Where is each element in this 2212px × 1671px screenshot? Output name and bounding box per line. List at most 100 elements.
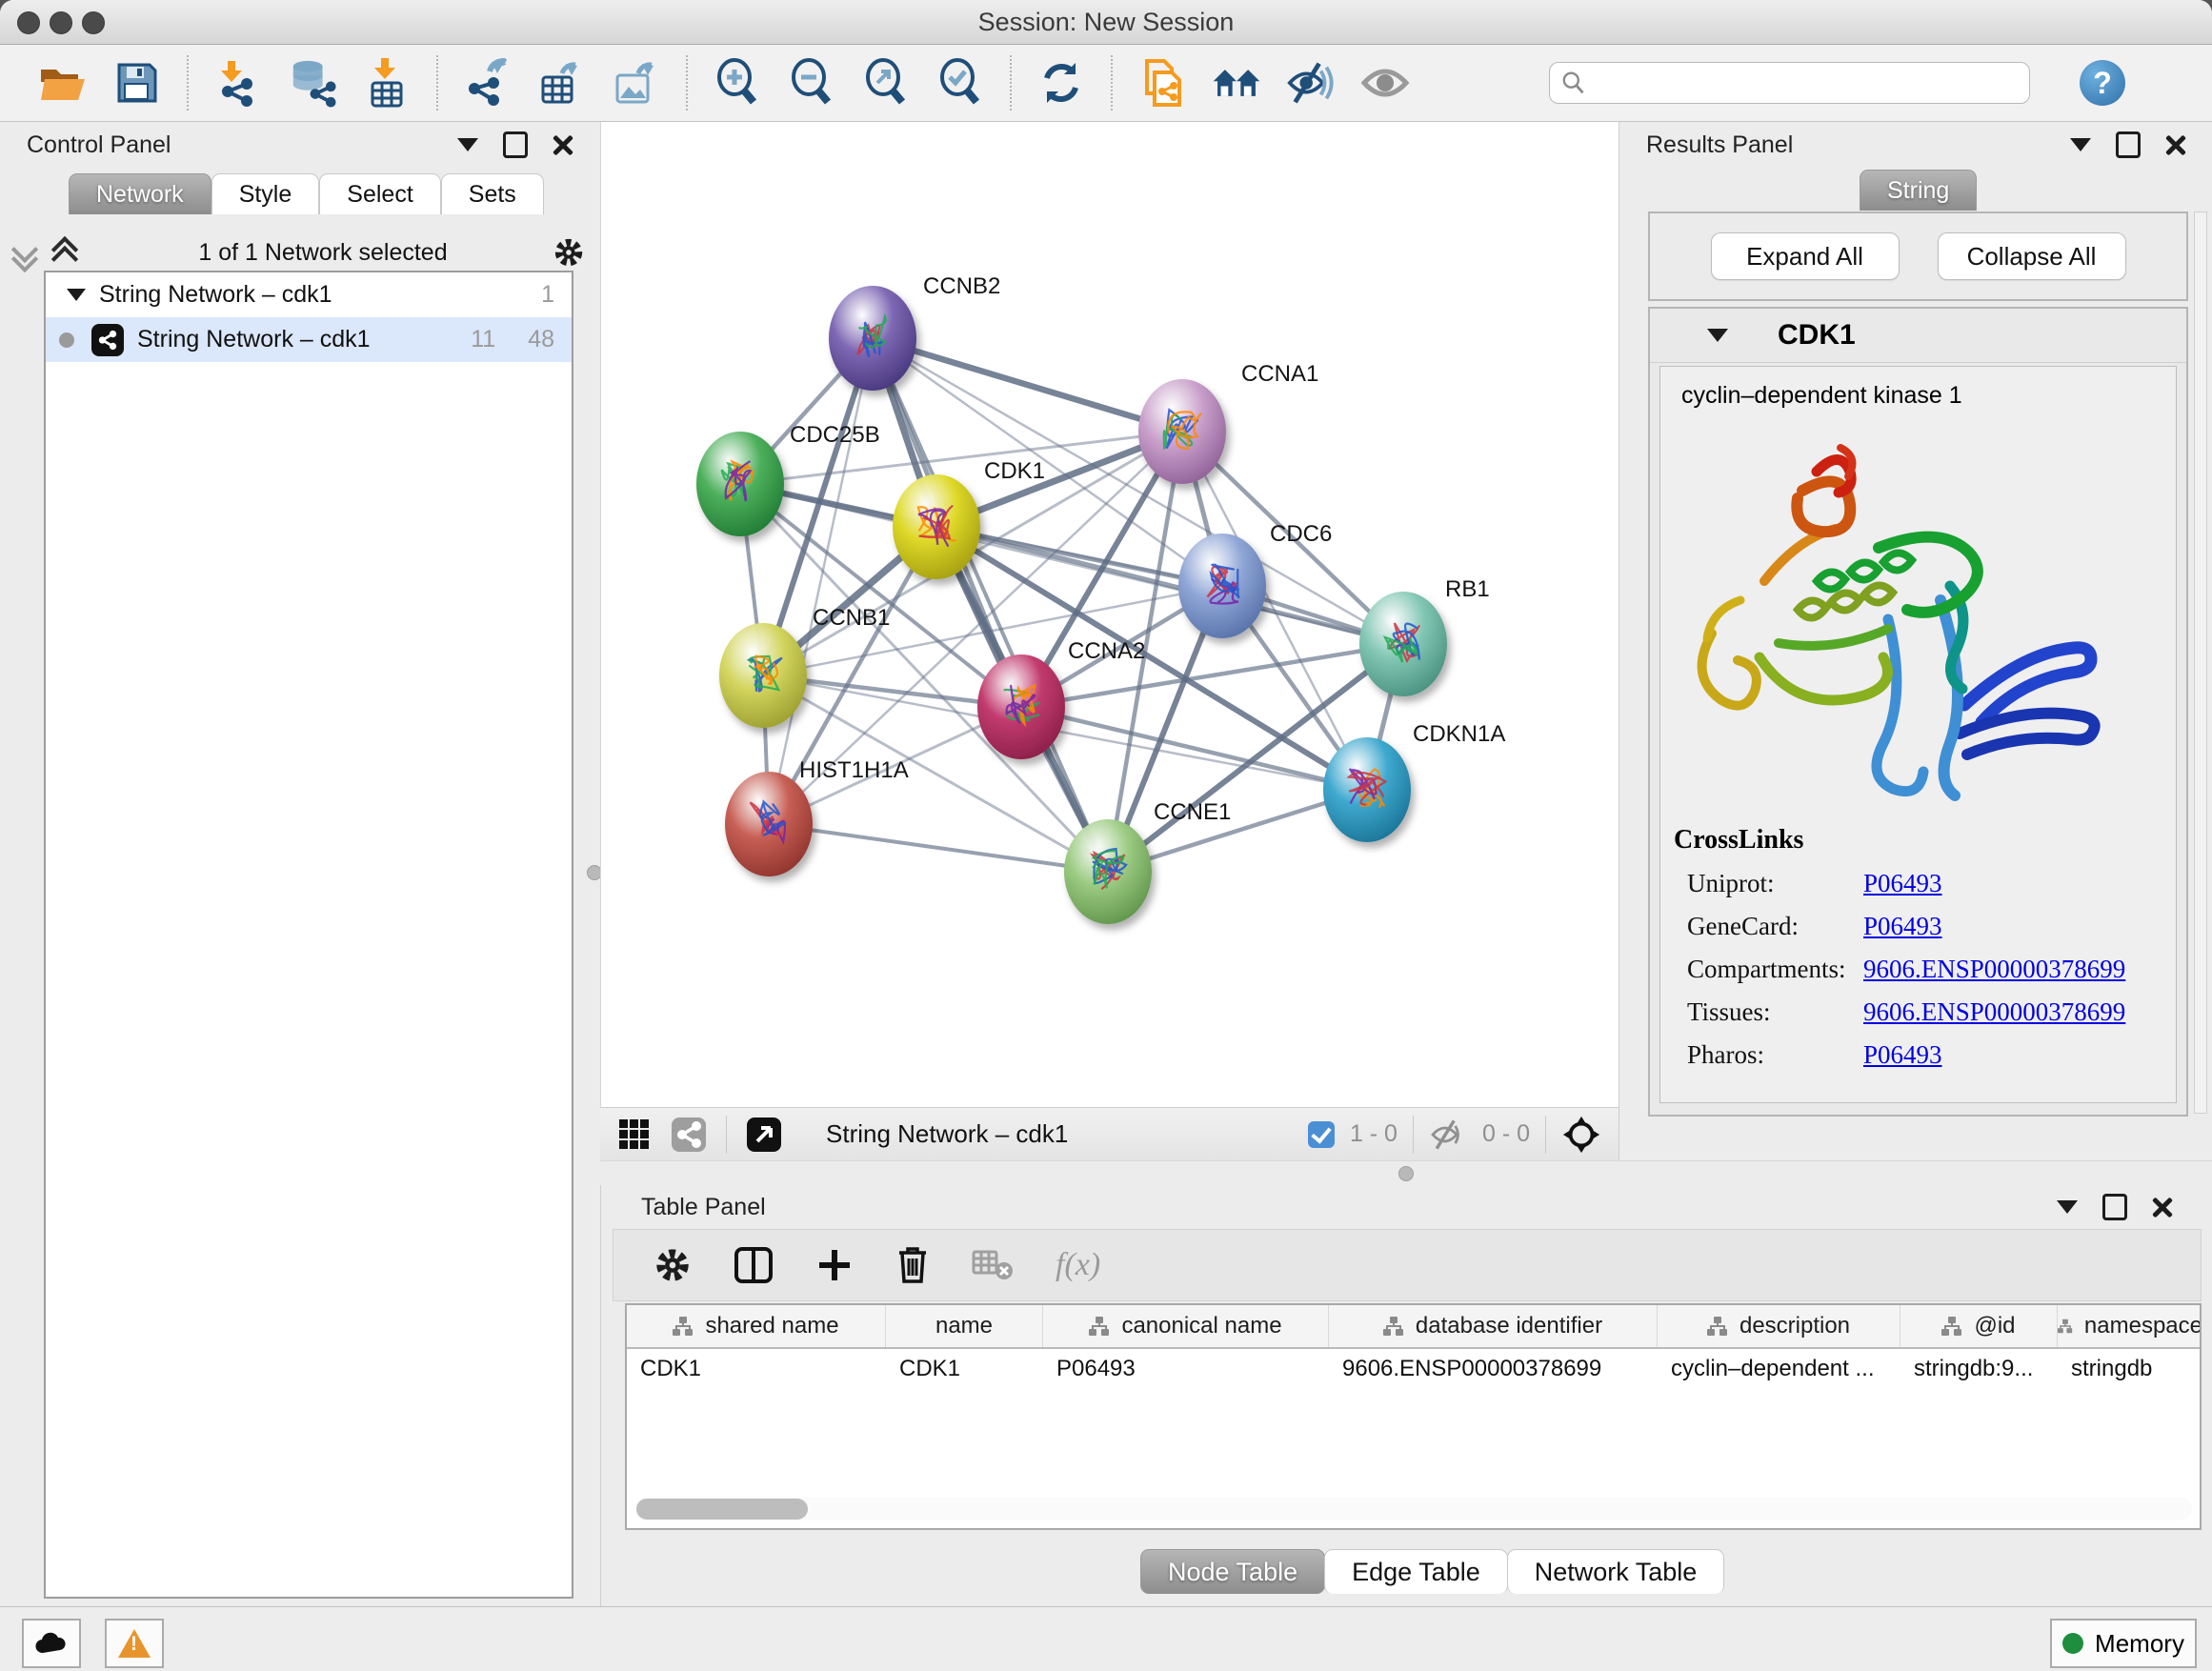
show-all-icon[interactable] (1360, 58, 1410, 108)
zoom-in-icon[interactable] (713, 58, 762, 108)
network-view-toolbar: String Network – cdk1 1 - 0 0 - 0 (600, 1107, 1619, 1160)
zoom-selected-icon[interactable] (935, 58, 985, 108)
table-row[interactable]: CDK1CDK1P064939606.ENSP00000378699cyclin… (627, 1349, 2200, 1389)
column-header-name[interactable]: name (886, 1305, 1043, 1347)
network-current-dot (59, 332, 74, 348)
panel-float-icon[interactable] (2057, 1200, 2078, 1214)
crosslink-value-link[interactable]: P06493 (1863, 912, 1942, 941)
panel-float-icon[interactable] (2070, 138, 2091, 151)
svg-text:CCNE1: CCNE1 (1154, 799, 1231, 825)
export-network-icon[interactable] (463, 58, 513, 108)
tab-edge-table[interactable]: Edge Table (1324, 1549, 1508, 1594)
column-header-namespace[interactable]: namespace (2058, 1305, 2202, 1347)
network-badge-icon (671, 1117, 707, 1153)
selected-indicator-checkbox[interactable] (1308, 1121, 1335, 1148)
network-options-gear-icon[interactable] (553, 236, 585, 269)
memory-label: Memory (2095, 1629, 2184, 1659)
gene-details: cyclin–dependent kinase 1 (1659, 366, 2177, 1103)
svg-text:CDKN1A: CDKN1A (1413, 721, 1505, 747)
warning-icon (118, 1629, 151, 1658)
add-column-icon[interactable] (815, 1246, 854, 1284)
tab-select[interactable]: Select (319, 173, 440, 214)
tab-network-table[interactable]: Network Table (1507, 1549, 1725, 1594)
panel-float-icon[interactable] (457, 138, 478, 151)
column-header-description[interactable]: description (1658, 1305, 1900, 1347)
column-header-canonical-name[interactable]: canonical name (1043, 1305, 1329, 1347)
crosslink-label: GeneCard: (1687, 912, 1863, 941)
table-toolbar: f(x) (613, 1229, 2202, 1301)
network-edge-count: 48 (528, 326, 554, 353)
import-network-file-icon[interactable] (213, 58, 263, 108)
open-session-icon[interactable] (38, 58, 88, 108)
expand-all-button[interactable]: Expand All (1711, 232, 1900, 280)
panel-close-icon[interactable] (2152, 1197, 2173, 1218)
toolbar-separator (436, 55, 438, 111)
svg-text:CDC6: CDC6 (1270, 521, 1332, 547)
crosslink-value-link[interactable]: 9606.ENSP00000378699 (1863, 955, 2125, 984)
crosslink-value-link[interactable]: P06493 (1863, 869, 1942, 898)
expand-all-networks-icon[interactable] (53, 240, 78, 265)
network-row[interactable]: String Network – cdk1 1148 (46, 317, 572, 362)
table-horizontal-scrollbar[interactable] (634, 1498, 2192, 1520)
tab-sets[interactable]: Sets (441, 173, 544, 214)
tab-string[interactable]: String (1860, 170, 1977, 211)
delete-column-icon[interactable] (895, 1245, 930, 1285)
panel-maximize-icon[interactable] (2116, 131, 2141, 158)
panel-maximize-icon[interactable] (2102, 1194, 2127, 1220)
control-panel: Control Panel Network Style Select Sets … (0, 122, 600, 1606)
tab-style[interactable]: Style (211, 173, 320, 214)
panel-maximize-icon[interactable] (503, 131, 528, 158)
refresh-view-icon[interactable] (1036, 58, 1086, 108)
save-session-icon[interactable] (112, 58, 162, 108)
import-table-file-icon[interactable] (362, 58, 412, 108)
collection-expand-icon[interactable] (67, 289, 86, 301)
window-title: Session: New Session (0, 8, 2212, 37)
birds-eye-view-icon[interactable] (1561, 1115, 1601, 1155)
network-canvas[interactable]: CCNB2CCNA1CDC25BCDK1CDC6RB1CCNB1CCNA2CDK… (601, 122, 1619, 1107)
table-splitter[interactable] (600, 1160, 2212, 1186)
grid-view-icon[interactable] (617, 1117, 652, 1152)
cloud-status-button[interactable] (22, 1619, 81, 1668)
open-in-window-icon[interactable] (746, 1117, 782, 1153)
panel-close-icon[interactable] (2165, 134, 2186, 155)
export-table-icon[interactable] (537, 58, 587, 108)
footer-separator (1545, 1116, 1546, 1154)
results-scrollbar[interactable] (2194, 211, 2207, 1114)
svg-text:CCNA1: CCNA1 (1241, 361, 1318, 387)
crosslink-row: Tissues:9606.ENSP00000378699 (1687, 997, 2176, 1027)
column-header--id[interactable]: @id (1900, 1305, 2058, 1347)
column-header-database-identifier[interactable]: database identifier (1329, 1305, 1658, 1347)
memory-button[interactable]: Memory (2050, 1619, 2197, 1668)
protein-structure-image (1674, 419, 2150, 819)
crosslink-value-link[interactable]: P06493 (1863, 1040, 1942, 1070)
export-image-icon[interactable] (612, 58, 661, 108)
crosslink-label: Tissues: (1687, 997, 1863, 1027)
search-input[interactable] (1586, 69, 2018, 97)
collapse-all-networks-icon[interactable] (13, 240, 38, 265)
network-collection-row[interactable]: String Network – cdk1 1 (46, 272, 572, 317)
warnings-button[interactable] (105, 1619, 164, 1668)
first-neighbors-icon[interactable] (1212, 58, 1261, 108)
tab-network[interactable]: Network (69, 173, 211, 214)
help-icon[interactable]: ? (2080, 60, 2125, 106)
import-network-database-icon[interactable] (288, 58, 337, 108)
gene-collapse-icon[interactable] (1707, 329, 1728, 342)
delete-table-icon (972, 1248, 1014, 1282)
duplicate-network-icon[interactable] (1137, 58, 1187, 108)
hide-selected-icon[interactable] (1286, 58, 1336, 108)
crosslink-value-link[interactable]: 9606.ENSP00000378699 (1863, 997, 2125, 1027)
table-header-row: shared namenamecanonical namedatabase id… (627, 1305, 2200, 1349)
tab-node-table[interactable]: Node Table (1140, 1549, 1325, 1594)
table-options-gear-icon[interactable] (654, 1246, 692, 1284)
collapse-all-button[interactable]: Collapse All (1938, 232, 2126, 280)
column-header-shared-name[interactable]: shared name (627, 1305, 886, 1347)
status-bar: Memory (0, 1606, 2212, 1671)
crosslinks-title: CrossLinks (1674, 825, 2176, 856)
zoom-out-icon[interactable] (787, 58, 836, 108)
crosslink-row: GeneCard:P06493 (1687, 912, 2176, 941)
panel-close-icon[interactable] (553, 134, 573, 155)
show-columns-icon[interactable] (734, 1246, 774, 1284)
crosslinks-list: Uniprot:P06493GeneCard:P06493Compartment… (1660, 869, 2176, 1070)
zoom-fit-icon[interactable] (861, 58, 911, 108)
network-tree: String Network – cdk1 1 String Network –… (44, 271, 573, 1599)
